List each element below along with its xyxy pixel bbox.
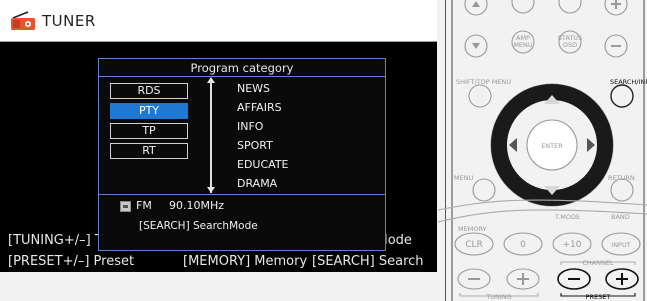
search-mode-hint: [SEARCH] SearchMode [139, 220, 258, 232]
screen-title-bar: TUNER [0, 0, 437, 42]
channel-label: CHANNEL [582, 259, 614, 267]
search-info-label: SEARCH/INFO [610, 78, 647, 86]
category-item[interactable]: SPORT [237, 139, 273, 152]
dialog-header: Program category [99, 59, 385, 77]
dialog-title: Program category [190, 61, 294, 75]
status-osd-label-2: OSD [563, 41, 577, 49]
frequency-readout: 90.10MHz [169, 199, 225, 212]
memory-label: MEMORY [458, 225, 487, 233]
footer-preset-hint: [PRESET+/–] Preset [8, 254, 135, 269]
category-scrollbar[interactable] [210, 81, 212, 193]
band-label-remote: BAND [611, 213, 630, 221]
footer-search-hint: [SEARCH] Search [312, 254, 424, 269]
tuning-label: TUNING [485, 293, 511, 301]
tuner-band-icon [120, 201, 131, 212]
tmode-label: T.MODE [554, 213, 580, 221]
band-label: FM [136, 199, 152, 212]
scroll-down-icon[interactable] [207, 187, 215, 193]
nav-left-icon[interactable] [509, 138, 517, 152]
clr-label: CLR [465, 240, 483, 250]
return-label: RETURN [608, 174, 635, 182]
zero-label: 0 [520, 240, 526, 250]
top-button-2[interactable] [511, 0, 535, 14]
down-arrow-button-top[interactable] [464, 34, 488, 58]
mode-tp[interactable]: TP [110, 123, 188, 139]
enter-label: ENTER [541, 142, 563, 150]
nav-right-icon[interactable] [587, 138, 595, 152]
shift-top-menu-label: SHIFT/TOP MENU [456, 78, 511, 86]
preset-plus-button[interactable] [605, 268, 639, 290]
input-label: INPUT [611, 241, 630, 249]
category-item[interactable]: EDUCATE [237, 158, 289, 171]
plus-button-top[interactable] [604, 0, 628, 16]
screen-title: TUNER [42, 12, 96, 30]
dialog-divider [99, 194, 385, 195]
category-item[interactable]: NEWS [237, 82, 270, 95]
return-button[interactable] [610, 178, 634, 202]
preset-label: PRESET [586, 293, 611, 301]
remote-control-illustration: AMP MENU STATUS OSD SHIFT/TOP MENU SEARC… [438, 0, 647, 301]
search-info-button[interactable] [610, 84, 634, 108]
category-item[interactable]: DRAMA [237, 177, 277, 190]
category-item[interactable]: INFO [237, 120, 263, 133]
program-category-dialog: Program category RDS PTY TP RT NEWS AFFA… [98, 58, 386, 251]
mode-pty[interactable]: PTY [110, 103, 188, 119]
menu-button[interactable] [472, 178, 496, 202]
osd-screen: TUNER [TUNING+/–] Tuning [BAND] Band [T.… [0, 0, 437, 272]
amp-menu-label-2: MENU [513, 41, 533, 49]
up-arrow-button-top[interactable] [464, 0, 488, 16]
footer-memory-hint: [MEMORY] Memory [183, 254, 308, 269]
mode-rds[interactable]: RDS [110, 83, 188, 99]
minus-button-top[interactable] [604, 34, 628, 58]
preset-minus-button[interactable] [557, 268, 591, 290]
top-button-3[interactable] [558, 0, 582, 14]
menu-label: MENU [454, 174, 474, 182]
mode-rt[interactable]: RT [110, 143, 188, 159]
category-item[interactable]: AFFAIRS [237, 101, 282, 114]
plus10-label: +10 [563, 240, 582, 250]
radio-icon [11, 11, 35, 30]
shift-top-menu-button[interactable] [468, 84, 492, 108]
